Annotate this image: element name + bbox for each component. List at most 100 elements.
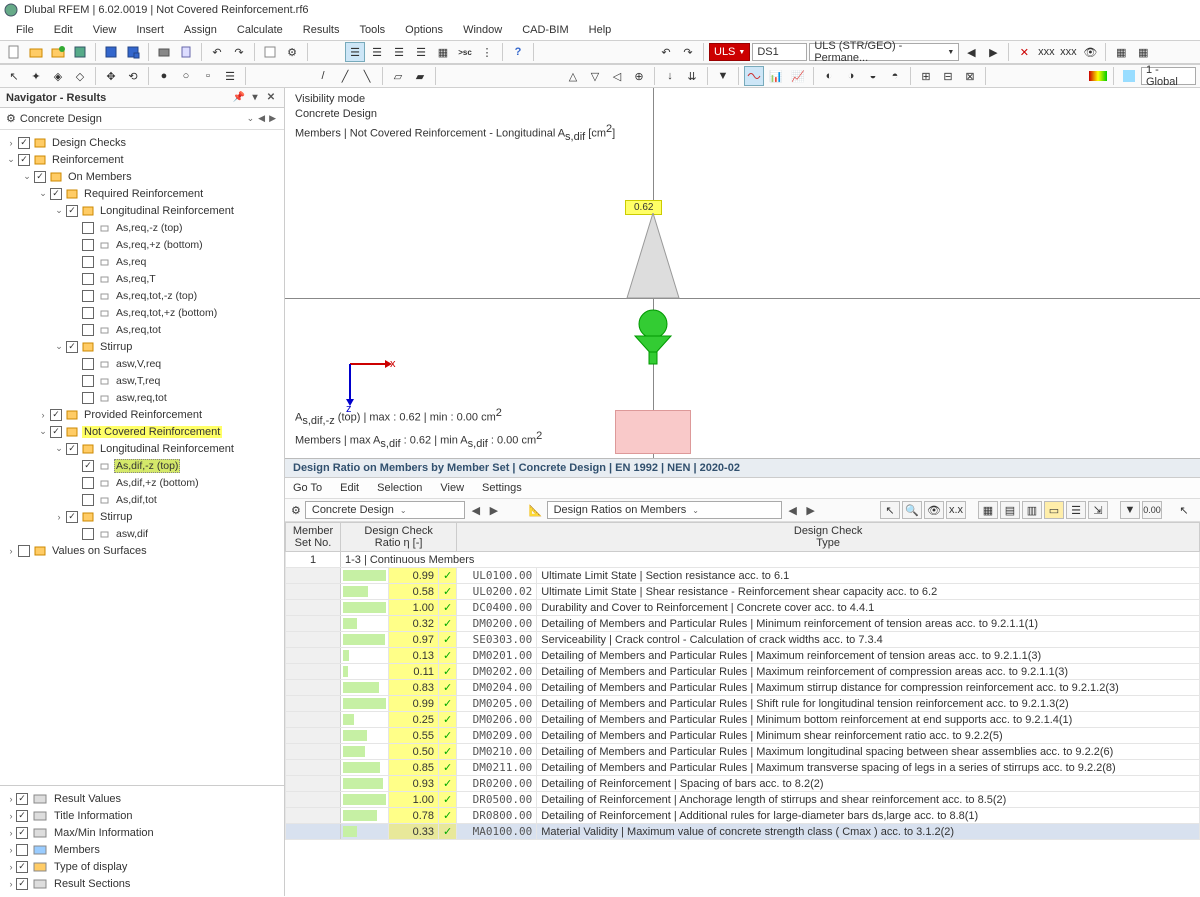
checkbox[interactable] <box>82 358 94 370</box>
snap2-icon[interactable]: ◈ <box>48 66 68 86</box>
tree-item[interactable]: ⌄Longitudinal Reinforcement <box>0 202 284 219</box>
checkbox[interactable] <box>18 545 30 557</box>
misc1-icon[interactable]: ◐ <box>819 66 839 86</box>
select-icon[interactable]: ↖ <box>880 501 900 519</box>
table-row[interactable]: 0.25✓DM0206.00Detailing of Members and P… <box>286 712 1200 728</box>
col-type[interactable]: Design Check Type <box>457 523 1200 552</box>
next-icon[interactable]: ▶ <box>487 504 501 517</box>
tree-item[interactable]: ⌄Not Covered Reinforcement <box>0 423 284 440</box>
table3-icon[interactable]: ☰ <box>389 42 409 62</box>
checkbox[interactable] <box>18 137 30 149</box>
table-row[interactable]: 0.58✓UL0200.02Ultimate Limit State | She… <box>286 584 1200 600</box>
tree-item[interactable]: ⌄On Members <box>0 168 284 185</box>
menu-file[interactable]: File <box>6 22 44 38</box>
table-row[interactable]: 0.99✓UL0100.00Ultimate Limit State | Sec… <box>286 568 1200 584</box>
table-view3-icon[interactable]: ▥ <box>1022 501 1042 519</box>
misc2-icon[interactable]: ◑ <box>841 66 861 86</box>
checkbox[interactable] <box>16 878 28 890</box>
checkbox[interactable] <box>50 409 62 421</box>
col-member-set[interactable]: Member Set No. <box>286 523 341 552</box>
tree-item[interactable]: asw,dif <box>0 525 284 542</box>
table-row[interactable]: 0.99✓DM0205.00Detailing of Members and P… <box>286 696 1200 712</box>
table4-icon[interactable]: ☰ <box>411 42 431 62</box>
menu-help[interactable]: Help <box>579 22 622 38</box>
filter-icon[interactable]: ▼ <box>713 66 733 86</box>
script2-icon[interactable]: ⚙ <box>282 42 302 62</box>
results-grid[interactable]: Member Set No. Design Check Ratio η [-] … <box>285 522 1200 896</box>
checkbox[interactable] <box>66 511 78 523</box>
label-icon[interactable]: xxx <box>1036 42 1056 62</box>
tree-item[interactable]: ›Provided Reinforcement <box>0 406 284 423</box>
table-row[interactable]: 0.97✓SE0303.00Serviceability | Crack con… <box>286 632 1200 648</box>
combo-global[interactable]: 1 - Global <box>1141 67 1196 85</box>
tree-item[interactable]: As,req,+z (bottom) <box>0 236 284 253</box>
node-icon[interactable]: ● <box>154 66 174 86</box>
display-option[interactable]: ›Result Sections <box>0 875 284 892</box>
results-menu-view[interactable]: View <box>440 480 464 496</box>
col-ratio[interactable]: Design Check Ratio η [-] <box>341 523 457 552</box>
help-icon[interactable]: ? <box>508 42 528 62</box>
load-icon[interactable]: ↓ <box>660 66 680 86</box>
menu-window[interactable]: Window <box>453 22 512 38</box>
checkbox[interactable] <box>82 392 94 404</box>
collapse-icon[interactable]: ⌄ <box>38 188 48 199</box>
tree-item[interactable]: ⌄Reinforcement <box>0 151 284 168</box>
graph2-icon[interactable]: 📊 <box>766 66 786 86</box>
support3-icon[interactable]: ◁ <box>607 66 627 86</box>
checkbox[interactable] <box>82 460 94 472</box>
color-icon[interactable] <box>1119 66 1139 86</box>
menu-results[interactable]: Results <box>293 22 350 38</box>
checkbox[interactable] <box>50 426 62 438</box>
menu-assign[interactable]: Assign <box>174 22 227 38</box>
tree-item[interactable]: As,dif,-z (top) <box>0 457 284 474</box>
diagram-icon[interactable] <box>744 66 764 86</box>
tree-item[interactable]: ⌄Stirrup <box>0 338 284 355</box>
tree-item[interactable]: As,req,T <box>0 270 284 287</box>
display-option[interactable]: ›Members <box>0 841 284 858</box>
menu-cad-bim[interactable]: CAD-BIM <box>512 22 578 38</box>
eye-icon[interactable]: 👁 <box>1080 42 1100 62</box>
checkbox[interactable] <box>34 171 46 183</box>
checkbox[interactable] <box>66 341 78 353</box>
menu-edit[interactable]: Edit <box>44 22 83 38</box>
move-icon[interactable]: ✥ <box>101 66 121 86</box>
script-icon[interactable] <box>260 42 280 62</box>
tree-item[interactable]: ›Values on Surfaces <box>0 542 284 559</box>
table-view2-icon[interactable]: ▤ <box>1000 501 1020 519</box>
tree-item[interactable]: As,req,tot,+z (bottom) <box>0 304 284 321</box>
tree-item[interactable]: As,req <box>0 253 284 270</box>
tree-item[interactable]: ›Design Checks <box>0 134 284 151</box>
results-combo-sub[interactable]: Design Ratios on Members⌄ <box>547 501 782 519</box>
table-row[interactable]: 0.50✓DM0210.00Detailing of Members and P… <box>286 744 1200 760</box>
checkbox[interactable] <box>16 861 28 873</box>
checkbox[interactable] <box>82 324 94 336</box>
table2-icon[interactable]: ☰ <box>367 42 387 62</box>
surface-icon[interactable]: ▱ <box>388 66 408 86</box>
open-icon[interactable] <box>26 42 46 62</box>
gradient-icon[interactable] <box>1088 66 1108 86</box>
table-row[interactable]: 0.83✓DM0204.00Detailing of Members and P… <box>286 680 1200 696</box>
checkbox[interactable] <box>82 239 94 251</box>
table-row[interactable]: 0.13✓DM0201.00Detailing of Members and P… <box>286 648 1200 664</box>
chevron-left-icon[interactable]: ◀ <box>258 113 265 124</box>
tree-item[interactable]: As,dif,tot <box>0 491 284 508</box>
viewport[interactable]: Visibility mode Concrete Design Members … <box>285 88 1200 458</box>
load2-icon[interactable]: ⇊ <box>682 66 702 86</box>
save-as-icon[interactable] <box>123 42 143 62</box>
expand-icon[interactable]: › <box>54 512 64 522</box>
checkbox[interactable] <box>16 793 28 805</box>
tree-item[interactable]: ⌄Longitudinal Reinforcement <box>0 440 284 457</box>
checkbox[interactable] <box>82 477 94 489</box>
node2-icon[interactable]: ○ <box>176 66 196 86</box>
table-row[interactable]: 0.33✓MA0100.00Material Validity | Maximu… <box>286 824 1200 840</box>
display-option[interactable]: ›Result Values <box>0 790 284 807</box>
results-menu-go-to[interactable]: Go To <box>293 480 322 496</box>
prev-icon[interactable]: ◀ <box>469 504 483 517</box>
expand-icon[interactable]: › <box>6 138 16 148</box>
dropdown-icon[interactable]: ▾ <box>248 91 262 105</box>
collapse-icon[interactable]: ⌄ <box>6 154 16 165</box>
grid2-icon[interactable]: ▦ <box>1133 42 1153 62</box>
member-icon[interactable]: ╱ <box>335 66 355 86</box>
find-icon[interactable]: 🔍 <box>902 501 922 519</box>
filter2-icon[interactable]: ▼ <box>1120 501 1140 519</box>
